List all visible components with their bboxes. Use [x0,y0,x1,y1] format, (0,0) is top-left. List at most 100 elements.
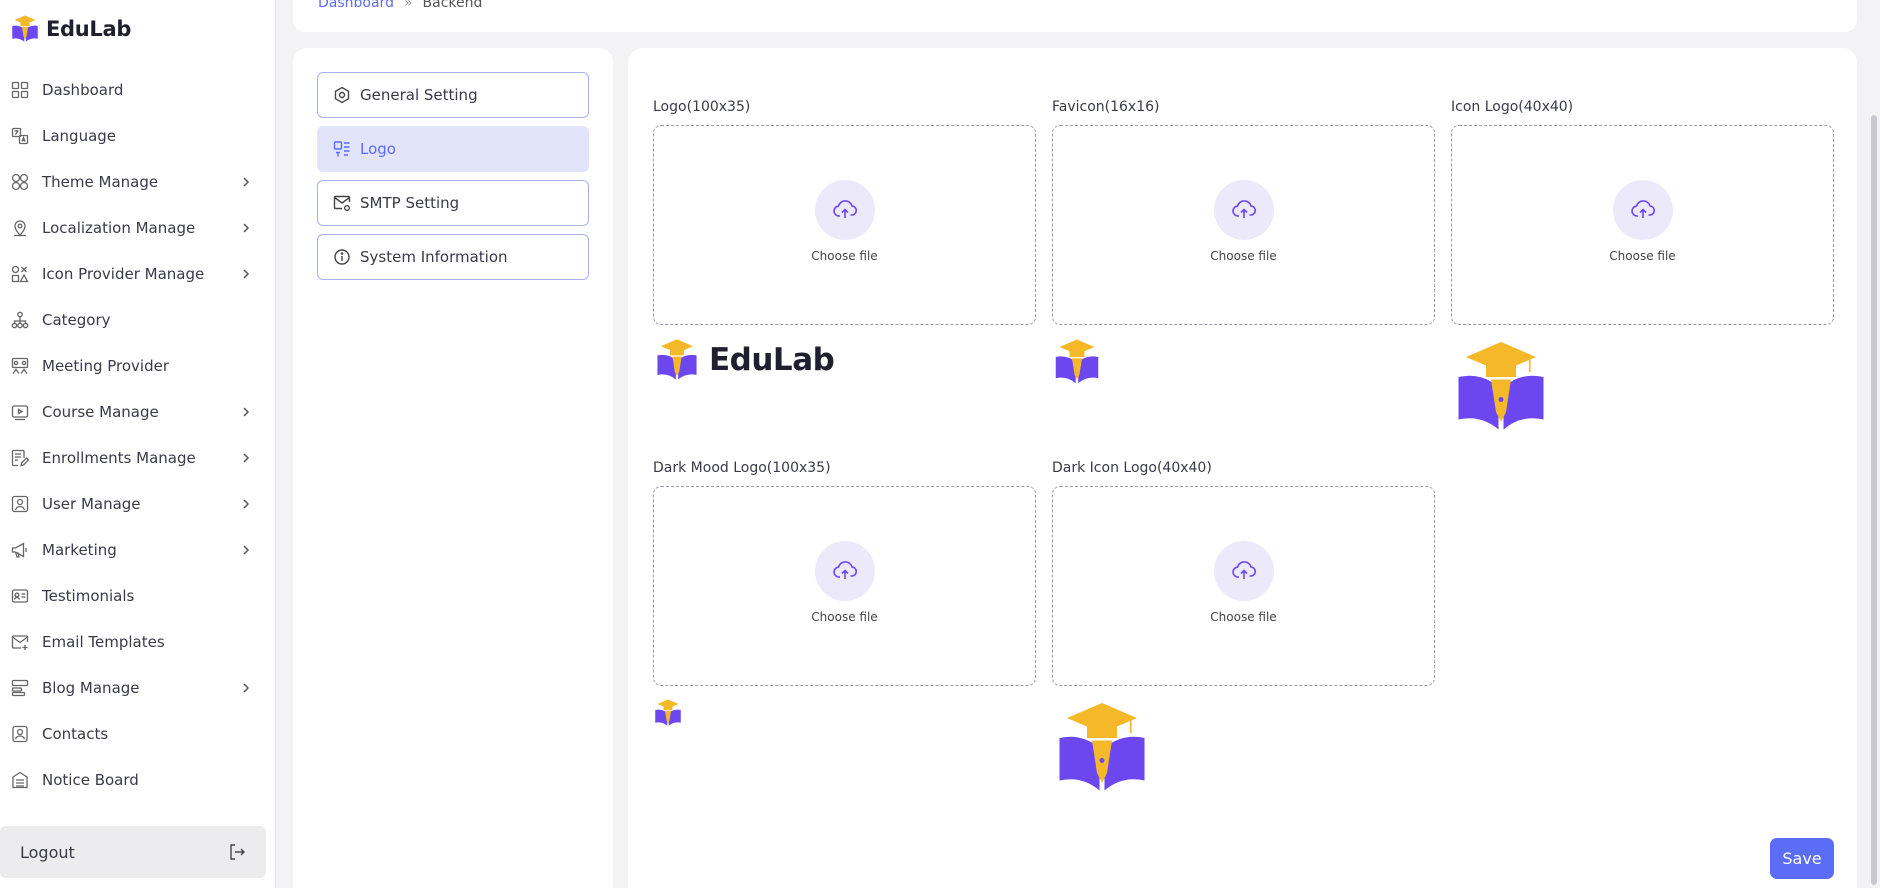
dark-logo-preview-icon [655,699,681,726]
choose-file-label: Choose file [1609,248,1676,263]
breadcrumb-separator: » [403,0,413,11]
scrollbar-thumb[interactable] [1871,115,1877,885]
dark-icon-logo-preview-icon [1059,703,1145,791]
sidebar-item-testimonials[interactable]: Testimonials [0,573,276,619]
sidebar: EduLab Dashboard Language Theme Manage L… [0,0,276,888]
sidebar-item-label: Course Manage [42,403,159,421]
icon-logo-upload-dropzone[interactable]: Choose file [1451,125,1834,325]
dark-icon-logo-field-label: Dark Icon Logo(40x40) [1052,460,1212,476]
sidebar-item-label: Theme Manage [42,173,159,191]
logo-upload-dropzone[interactable]: Choose file [653,125,1036,325]
sidebar-nav: Dashboard Language Theme Manage Localiza… [0,67,276,803]
logo-icon [333,140,351,158]
sidebar-item-course-manage[interactable]: Course Manage [0,389,276,435]
sidebar-item-language[interactable]: Language [0,113,276,159]
logo-preview: EduLab [653,337,835,383]
sidebar-item-dashboard[interactable]: Dashboard [0,67,276,113]
edit-doc-icon [11,449,29,467]
dark-logo-upload-dropzone[interactable]: Choose file [653,486,1036,686]
breadcrumb-bar [293,0,1857,32]
settings-item-general-setting[interactable]: General Setting [317,72,589,118]
sidebar-item-label: Notice Board [42,771,139,789]
favicon-field-label: Favicon(16x16) [1052,99,1160,115]
contacts-icon [11,725,29,743]
sidebar-item-label: Localization Manage [42,219,196,237]
sidebar-item-label: Email Templates [42,633,165,651]
upload-circle [814,540,875,601]
choose-file-label: Choose file [811,609,878,624]
notice-icon [11,771,29,789]
choose-file-label: Choose file [1210,248,1277,263]
icon-logo-preview-icon [1458,342,1544,430]
sidebar-item-icon-provider-manage[interactable]: Icon Provider Manage [0,251,276,297]
logout-button[interactable]: Logout [0,826,266,878]
cloud-upload-icon [832,560,857,579]
dark-icon-logo-upload-dropzone[interactable]: Choose file [1052,486,1435,686]
hierarchy-icon [11,311,29,329]
choose-file-label: Choose file [811,248,878,263]
sidebar-item-marketing[interactable]: Marketing [0,527,276,573]
brand-logo[interactable]: EduLab [10,14,131,44]
id-card-icon [11,587,29,605]
upload-circle [814,179,875,240]
brand-name: EduLab [46,17,132,41]
logout-icon [228,843,246,861]
settings-item-label: Logo [360,140,396,158]
blog-icon [11,679,29,697]
save-button[interactable]: Save [1770,838,1834,879]
edulab-logo-icon [12,15,38,42]
sidebar-item-label: Marketing [42,541,117,559]
settings-item-system-information[interactable]: System Information [317,234,589,280]
logout-label: Logout [20,842,75,862]
chevron-right-icon [240,176,252,188]
mail-icon [11,633,29,651]
sidebar-item-label: Enrollments Manage [42,449,196,467]
cloud-upload-icon [832,199,857,218]
settings-item-label: System Information [360,248,508,266]
chevron-right-icon [240,452,252,464]
sidebar-item-notice-board[interactable]: Notice Board [0,757,276,803]
sidebar-item-enrollments-manage[interactable]: Enrollments Manage [0,435,276,481]
sidebar-item-category[interactable]: Category [0,297,276,343]
logo-field-label: Logo(100x35) [653,99,751,115]
sidebar-item-email-templates[interactable]: Email Templates [0,619,276,665]
sidebar-item-label: Testimonials [42,587,135,605]
settings-item-smtp-setting[interactable]: SMTP Setting [317,180,589,226]
scrollbar-track[interactable] [1868,0,1880,888]
favicon-preview-icon [1055,339,1099,384]
sidebar-item-localization-manage[interactable]: Localization Manage [0,205,276,251]
info-icon [333,248,351,266]
sidebar-item-contacts[interactable]: Contacts [0,711,276,757]
chevron-right-icon [240,498,252,510]
edulab-logo-icon [657,339,697,380]
chevron-right-icon [240,222,252,234]
theme-icon [11,173,29,191]
sidebar-item-blog-manage[interactable]: Blog Manage [0,665,276,711]
settings-item-label: SMTP Setting [360,194,460,212]
language-icon [11,127,29,145]
sidebar-item-label: Language [42,127,117,145]
cloud-upload-icon [1630,199,1655,218]
sidebar-item-theme-manage[interactable]: Theme Manage [0,159,276,205]
logo-preview-wordmark: EduLab [709,342,835,378]
sidebar-item-meeting-provider[interactable]: Meeting Provider [0,343,276,389]
sidebar-item-label: Meeting Provider [42,357,170,375]
user-icon [11,495,29,513]
location-pin-icon [11,219,29,237]
settings-item-logo[interactable]: Logo [317,126,589,172]
choose-file-label: Choose file [1210,609,1277,624]
dark-logo-field-label: Dark Mood Logo(100x35) [653,460,831,476]
favicon-upload-dropzone[interactable]: Choose file [1052,125,1435,325]
sidebar-item-label: Contacts [42,725,109,743]
cloud-upload-icon [1231,199,1256,218]
sidebar-item-label: Category [42,311,111,329]
breadcrumb: Dashboard » Backend [318,0,482,11]
sidebar-item-label: User Manage [42,495,141,513]
chevron-right-icon [240,406,252,418]
sidebar-item-user-manage[interactable]: User Manage [0,481,276,527]
breadcrumb-dashboard-link[interactable]: Dashboard [318,0,394,11]
upload-circle [1612,179,1673,240]
chevron-right-icon [240,682,252,694]
chevron-right-icon [240,268,252,280]
sidebar-item-label: Icon Provider Manage [42,265,205,283]
